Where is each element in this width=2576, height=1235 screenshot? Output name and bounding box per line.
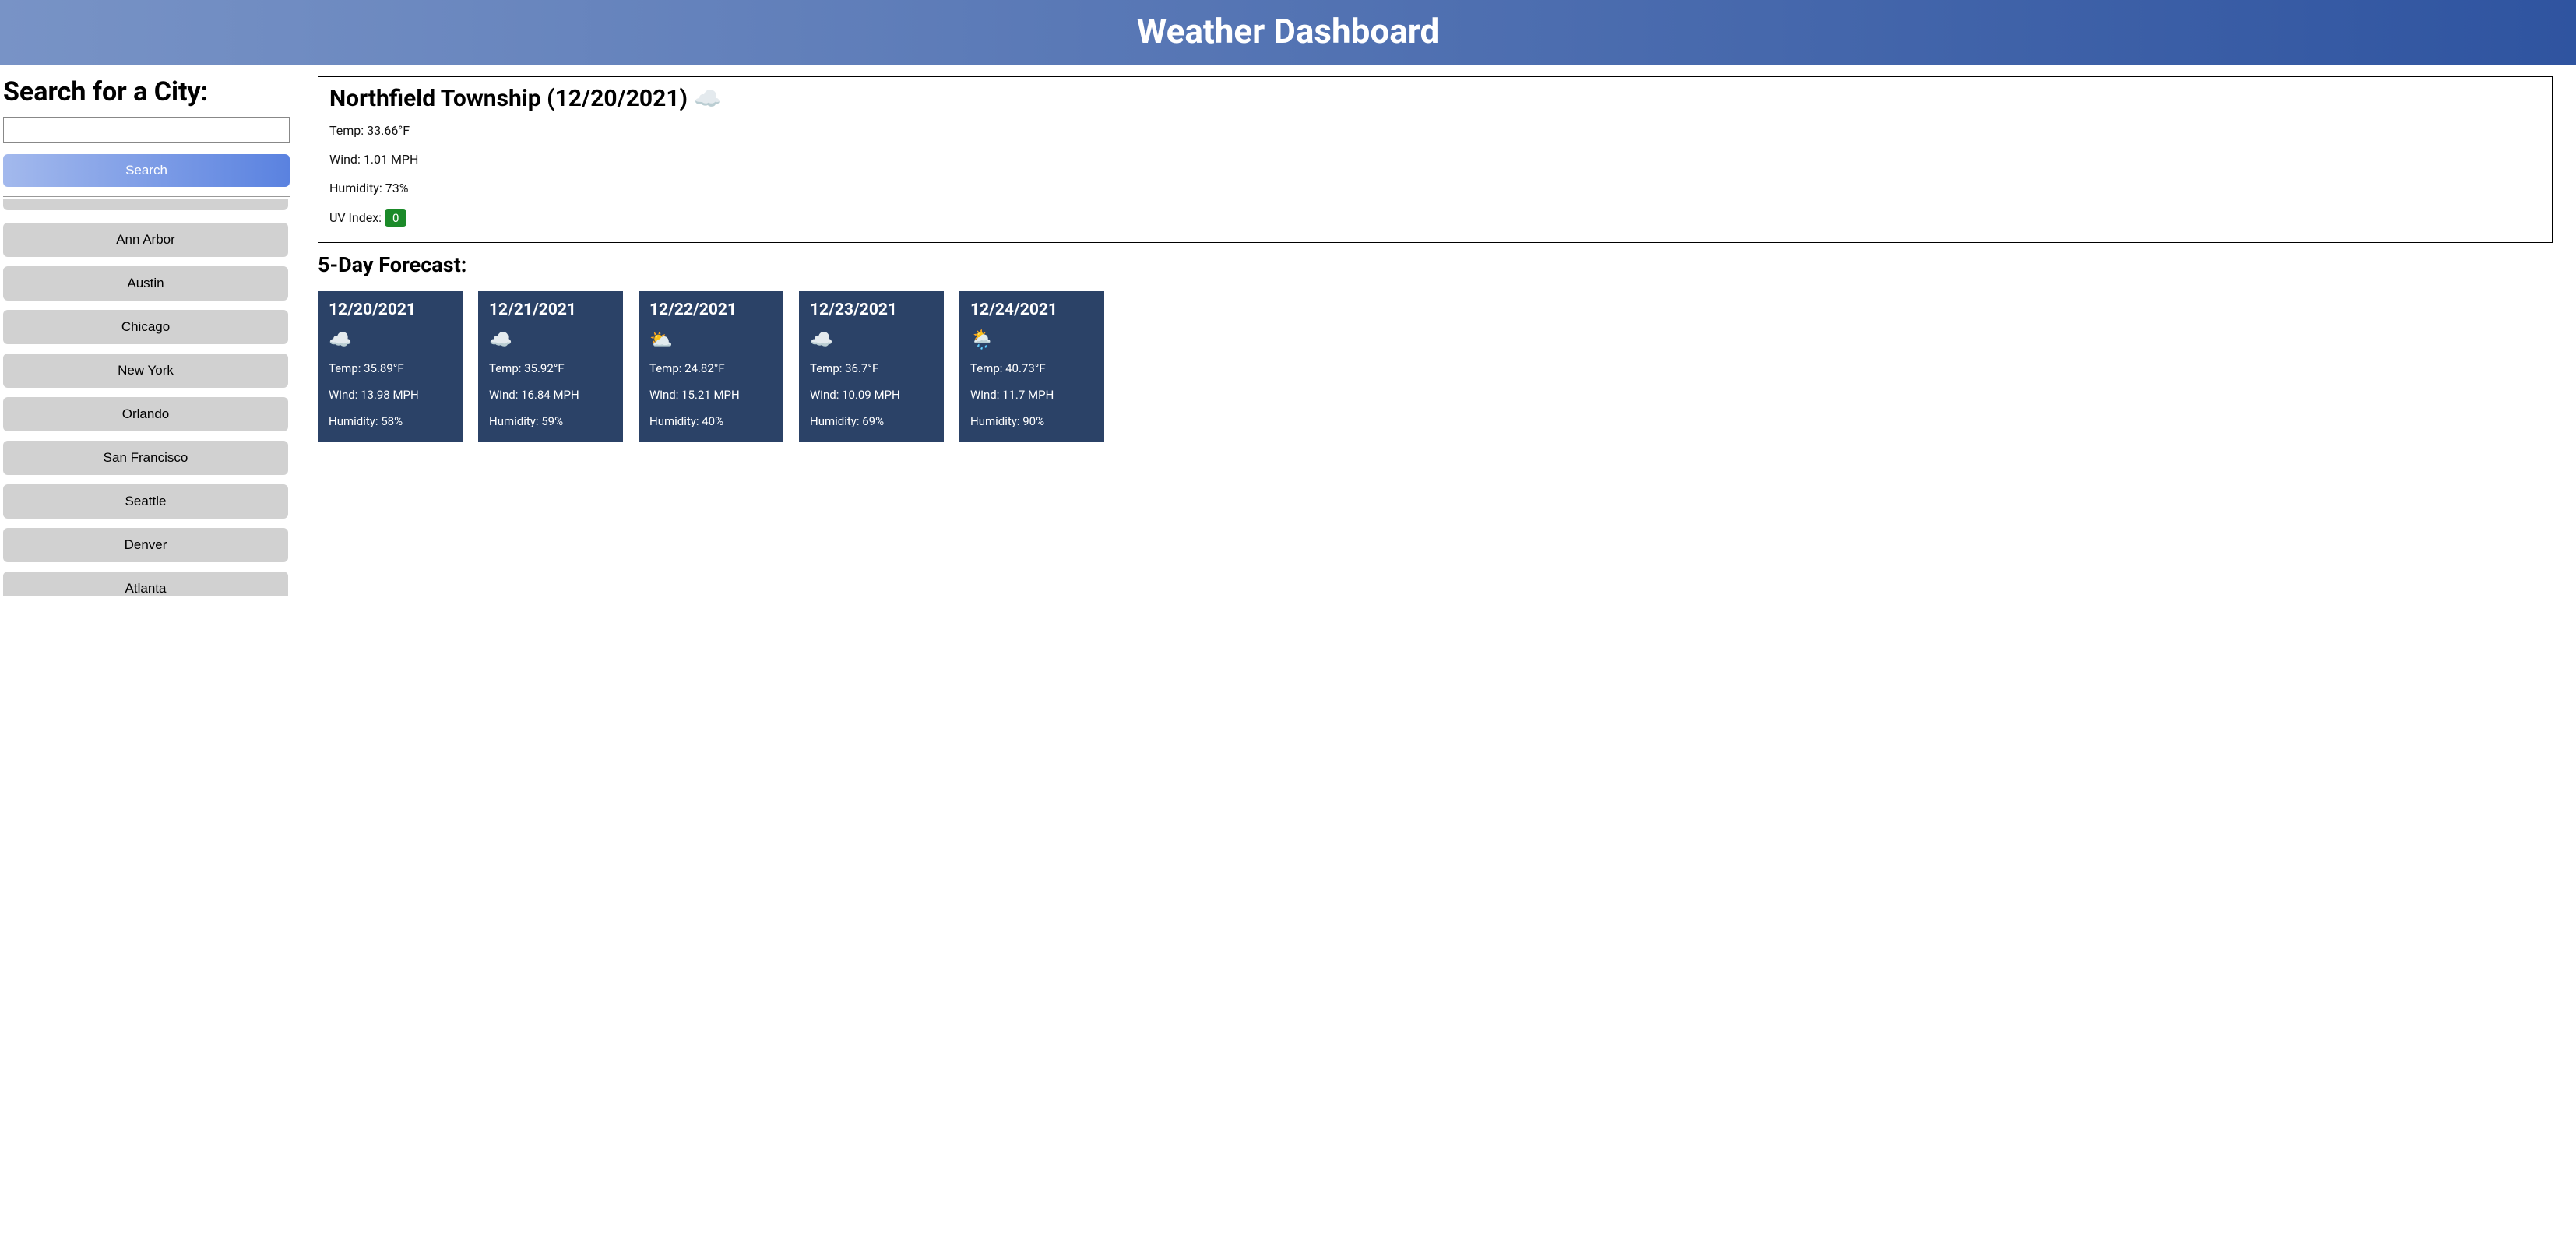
history-city-button[interactable] (3, 199, 288, 210)
forecast-temp: Temp: 35.92°F (489, 361, 612, 375)
forecast-card: 12/23/2021 ☁️ Temp: 36.7°F Wind: 10.09 M… (799, 291, 944, 442)
forecast-temp: Temp: 40.73°F (970, 361, 1093, 375)
cloud-night-icon: ☁️ (810, 329, 933, 350)
forecast-card: 12/20/2021 ☁️ Temp: 35.89°F Wind: 13.98 … (318, 291, 463, 442)
history-city-button[interactable]: Seattle (3, 484, 288, 519)
forecast-humidity: Humidity: 58% (329, 414, 452, 428)
forecast-date: 12/23/2021 (810, 301, 933, 319)
forecast-wind: Wind: 16.84 MPH (489, 388, 612, 402)
forecast-date: 12/20/2021 (329, 301, 452, 319)
current-weather-title: Northfield Township (12/20/2021) ☁️ (329, 85, 2541, 112)
forecast-humidity: Humidity: 90% (970, 414, 1093, 428)
cloud-night-icon: ☁️ (329, 329, 452, 350)
forecast-heading: 5-Day Forecast: (318, 252, 2553, 277)
current-temp: Temp: 33.66°F (329, 123, 2541, 138)
history-city-button[interactable]: Chicago (3, 310, 288, 344)
partly-cloudy-day-icon: ⛅ (649, 329, 772, 350)
forecast-wind: Wind: 11.7 MPH (970, 388, 1093, 402)
sidebar: Search for a City: Search Ann Arbor Aust… (0, 76, 294, 596)
forecast-temp: Temp: 36.7°F (810, 361, 933, 375)
history-scroll[interactable]: Ann Arbor Austin Chicago New York Orland… (3, 199, 290, 596)
forecast-temp: Temp: 24.82°F (649, 361, 772, 375)
city-search-input[interactable] (3, 117, 290, 143)
search-heading: Search for a City: (3, 76, 290, 107)
current-weather-panel: Northfield Township (12/20/2021) ☁️ Temp… (318, 76, 2553, 243)
forecast-humidity: Humidity: 40% (649, 414, 772, 428)
current-humidity: Humidity: 73% (329, 181, 2541, 195)
app-title: Weather Dashboard (0, 11, 2576, 51)
history-city-button[interactable]: Orlando (3, 397, 288, 431)
forecast-card: 12/24/2021 🌦️ Temp: 40.73°F Wind: 11.7 M… (959, 291, 1104, 442)
cloud-night-icon: ☁️ (694, 86, 721, 111)
forecast-temp: Temp: 35.89°F (329, 361, 452, 375)
app-header: Weather Dashboard (0, 0, 2576, 65)
current-city-date: Northfield Township (12/20/2021) (329, 85, 688, 112)
forecast-wind: Wind: 15.21 MPH (649, 388, 772, 402)
forecast-date: 12/24/2021 (970, 301, 1093, 319)
main-content: Northfield Township (12/20/2021) ☁️ Temp… (294, 76, 2576, 596)
forecast-wind: Wind: 10.09 MPH (810, 388, 933, 402)
forecast-date: 12/21/2021 (489, 301, 612, 319)
forecast-humidity: Humidity: 59% (489, 414, 612, 428)
history-city-button[interactable]: San Francisco (3, 441, 288, 475)
uv-label: UV Index: (329, 210, 385, 225)
forecast-humidity: Humidity: 69% (810, 414, 933, 428)
current-wind: Wind: 1.01 MPH (329, 152, 2541, 167)
forecast-card: 12/22/2021 ⛅ Temp: 24.82°F Wind: 15.21 M… (639, 291, 783, 442)
history-city-button[interactable]: New York (3, 354, 288, 388)
history-city-button[interactable]: Denver (3, 528, 288, 562)
search-button[interactable]: Search (3, 154, 290, 187)
main-container: Search for a City: Search Ann Arbor Aust… (0, 65, 2576, 596)
sidebar-divider (3, 196, 290, 197)
forecast-wind: Wind: 13.98 MPH (329, 388, 452, 402)
rain-sun-icon: 🌦️ (970, 329, 1093, 350)
history-city-button[interactable]: Ann Arbor (3, 223, 288, 257)
history-city-button[interactable]: Austin (3, 266, 288, 301)
forecast-card: 12/21/2021 ☁️ Temp: 35.92°F Wind: 16.84 … (478, 291, 623, 442)
forecast-row: 12/20/2021 ☁️ Temp: 35.89°F Wind: 13.98 … (318, 291, 2553, 442)
uv-badge: 0 (385, 209, 406, 227)
cloud-icon: ☁️ (489, 329, 612, 350)
history-city-button[interactable]: Atlanta (3, 572, 288, 596)
current-uv: UV Index: 0 (329, 209, 2541, 227)
forecast-date: 12/22/2021 (649, 301, 772, 319)
